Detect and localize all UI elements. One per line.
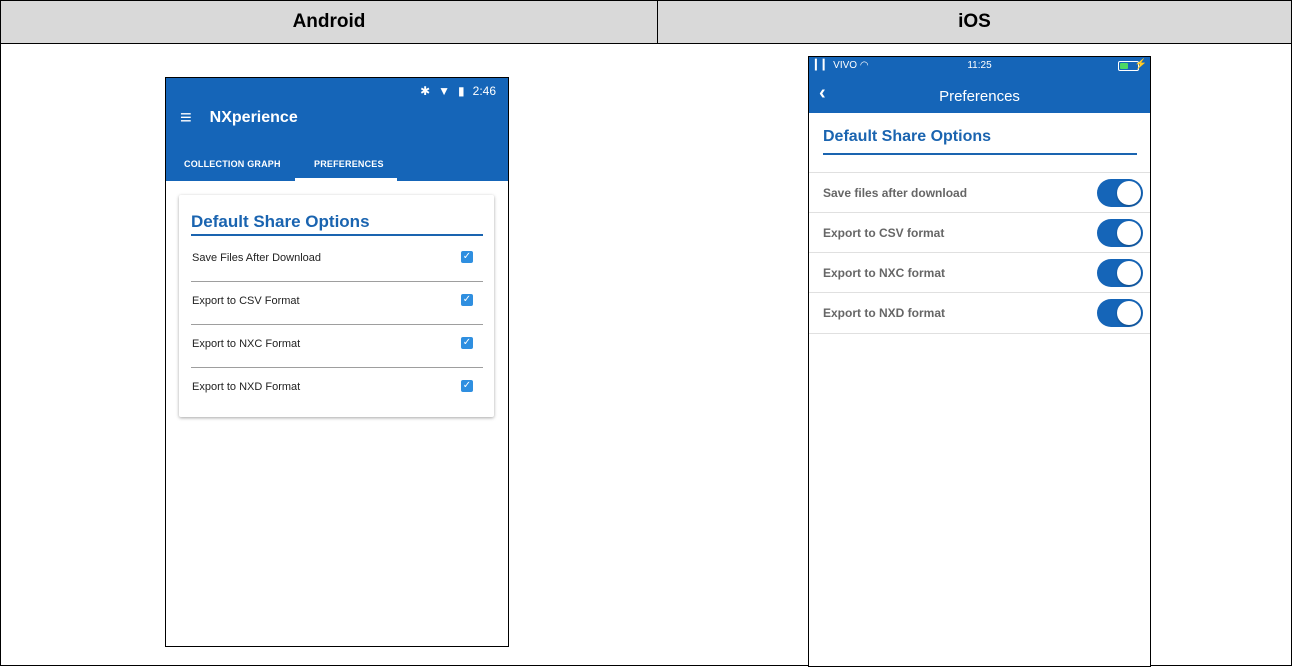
hamburger-menu-icon[interactable]: ≡ — [180, 108, 192, 128]
checkbox-checked-icon[interactable]: ✓ — [461, 380, 473, 392]
option-row-save-files[interactable]: Save Files After Download ✓ — [191, 238, 483, 281]
ios-column-header: iOS — [658, 1, 1291, 44]
checkbox-checked-icon[interactable]: ✓ — [461, 337, 473, 349]
card-title: Default Share Options — [191, 212, 370, 231]
android-screenshot: ✱ ▼ ▮ 2:46 ≡ NXperience COLLECTION GRAPH… — [165, 77, 509, 647]
section-title: Default Share Options — [823, 128, 992, 145]
ios-navigation-bar: ▎▎ VIVO ◠ 11:25 ⚡ ‹ Preferences — [809, 57, 1150, 113]
charging-bolt-icon: ⚡ — [1134, 59, 1147, 70]
tab-collection-graph[interactable]: COLLECTION GRAPH — [184, 159, 281, 169]
android-tab-bar: COLLECTION GRAPH PREFERENCES — [166, 157, 508, 181]
checkbox-checked-icon[interactable]: ✓ — [461, 294, 473, 306]
wifi-icon: ▼ — [438, 84, 451, 98]
android-app-bar: ✱ ▼ ▮ 2:46 ≡ NXperience COLLECTION GRAPH… — [166, 78, 508, 181]
option-label: Export to NXD Format — [192, 381, 301, 393]
toggle-switch[interactable] — [1097, 179, 1143, 207]
option-row-export-nxc[interactable]: Export to NXC Format ✓ — [191, 324, 483, 367]
bluetooth-icon: ✱ — [420, 84, 431, 98]
toggle-switch[interactable] — [1097, 259, 1143, 287]
option-row-export-csv: Export to CSV format — [809, 212, 1150, 253]
app-title: NXperience — [209, 109, 298, 126]
toggle-switch[interactable] — [1097, 299, 1143, 327]
option-label: Export to NXD format — [823, 306, 946, 320]
option-label: Export to CSV Format — [192, 295, 300, 307]
ios-screenshot: ▎▎ VIVO ◠ 11:25 ⚡ ‹ Preferences Default … — [808, 56, 1151, 667]
android-column-header: Android — [1, 1, 658, 44]
checkbox-checked-icon[interactable]: ✓ — [461, 251, 473, 263]
option-row-export-nxd: Export to NXD format — [809, 292, 1150, 334]
android-status-time: 2:46 — [472, 84, 496, 98]
option-row-export-nxd[interactable]: Export to NXD Format ✓ — [191, 367, 483, 410]
tab-preferences[interactable]: PREFERENCES — [314, 159, 384, 169]
toggle-switch[interactable] — [1097, 219, 1143, 247]
option-label: Export to CSV format — [823, 226, 945, 240]
section-title-underline — [823, 153, 1137, 155]
option-label: Export to NXC format — [823, 266, 946, 280]
default-share-options-card: Default Share Options Save Files After D… — [179, 195, 494, 417]
option-label: Save files after download — [823, 186, 968, 200]
tab-selected-indicator — [295, 178, 397, 181]
option-label: Export to NXC Format — [192, 338, 301, 350]
option-label: Save Files After Download — [192, 252, 322, 264]
option-row-save-files: Save files after download — [809, 172, 1150, 213]
battery-icon: ▮ — [458, 84, 465, 98]
option-row-export-nxc: Export to NXC format — [809, 252, 1150, 293]
android-status-bar: ✱ ▼ ▮ 2:46 — [420, 84, 496, 98]
title-underline — [191, 234, 483, 236]
option-row-export-csv[interactable]: Export to CSV Format ✓ — [191, 281, 483, 324]
ios-status-bar: ▎▎ VIVO ◠ 11:25 ⚡ — [809, 57, 1150, 73]
nav-title: Preferences — [939, 88, 1020, 105]
ios-status-time: 11:25 — [967, 60, 992, 71]
